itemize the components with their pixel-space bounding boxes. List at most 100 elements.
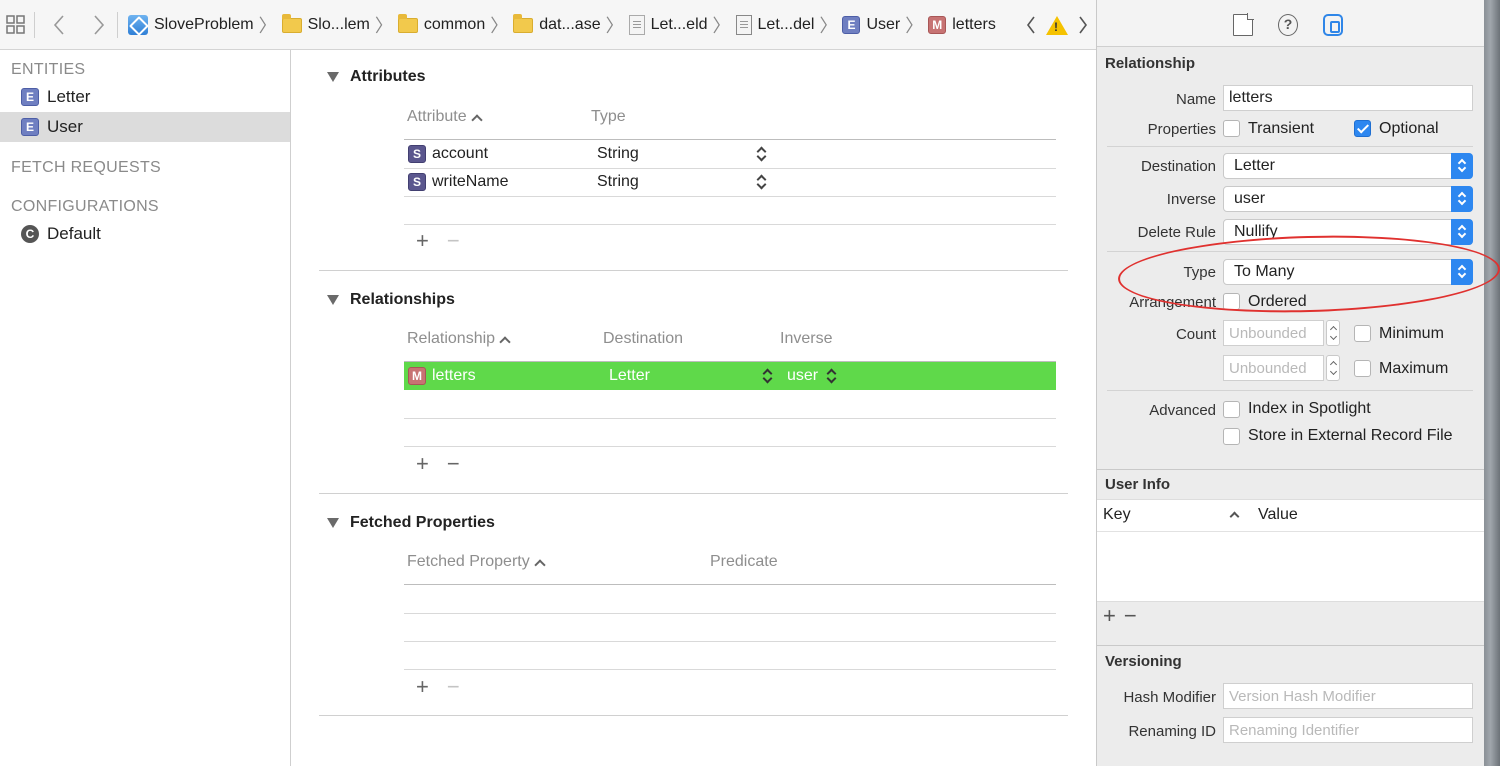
attribute-type[interactable]: String <box>597 173 639 191</box>
disclosure-triangle-icon[interactable] <box>327 295 339 305</box>
maximum-count-field[interactable]: Unbounded <box>1223 355 1324 381</box>
disclosure-triangle-icon[interactable] <box>327 518 339 528</box>
pane-divider <box>1097 469 1485 470</box>
up-down-chevron-icon[interactable] <box>826 368 836 384</box>
store-external-record-label: Store in External Record File <box>1248 427 1453 444</box>
ordered-checkbox[interactable] <box>1223 293 1240 310</box>
attribute-name[interactable]: writeName <box>432 173 508 191</box>
relationship-destination[interactable]: Letter <box>609 367 650 385</box>
popup-chevron-icon <box>1451 186 1473 212</box>
up-down-chevron-icon[interactable] <box>756 146 766 162</box>
attribute-column-header[interactable]: Attribute <box>407 108 483 126</box>
hash-modifier-field[interactable]: Version Hash Modifier <box>1223 683 1473 709</box>
minimum-count-stepper[interactable] <box>1326 320 1340 346</box>
attribute-type[interactable]: String <box>597 145 639 163</box>
fetched-property-column-header[interactable]: Fetched Property <box>407 553 546 571</box>
versioning-header: Versioning <box>1105 653 1182 670</box>
attributes-section-title: Attributes <box>350 68 426 85</box>
inspector-divider <box>1107 251 1473 252</box>
chevron-right-icon: 〉 <box>490 16 509 36</box>
chevron-right-icon[interactable] <box>1078 15 1088 35</box>
back-arrow-icon[interactable] <box>48 12 70 38</box>
breadcrumb-relationship[interactable]: M letters <box>928 16 996 34</box>
related-items-grid-icon[interactable] <box>6 15 26 35</box>
maximum-count-stepper[interactable] <box>1326 355 1340 381</box>
minimum-checkbox[interactable] <box>1354 325 1371 342</box>
relationship-name[interactable]: letters <box>432 367 476 385</box>
breadcrumb-datamodel[interactable]: Let...del <box>735 15 815 35</box>
chevron-left-icon[interactable] <box>1026 15 1036 35</box>
relationship-name-field[interactable]: letters <box>1223 85 1473 111</box>
delete-rule-popup[interactable]: Nullify <box>1223 219 1473 245</box>
remove-relationship-button[interactable]: − <box>447 451 460 477</box>
disclosure-triangle-icon[interactable] <box>327 72 339 82</box>
relationship-type-popup[interactable]: To Many <box>1223 259 1473 285</box>
warning-icon[interactable]: ! <box>1046 15 1068 35</box>
add-relationship-button[interactable]: + <box>416 451 429 477</box>
breadcrumb-project[interactable]: SloveProblem <box>128 15 254 35</box>
breadcrumb-entity[interactable]: E User <box>842 16 900 34</box>
breadcrumb-folder[interactable]: Slo...lem <box>281 13 370 34</box>
breadcrumb-label: Let...del <box>757 16 815 33</box>
add-user-info-button[interactable]: + <box>1103 603 1116 629</box>
sidebar-item-user[interactable]: E User <box>0 112 290 142</box>
breadcrumb-folder[interactable]: dat...ase <box>513 13 601 34</box>
breadcrumb-folder[interactable]: common <box>397 13 485 34</box>
store-external-record-checkbox[interactable] <box>1223 428 1240 445</box>
attribute-name[interactable]: account <box>432 145 488 163</box>
entity-sidebar: ENTITIES E Letter E User FETCH REQUESTS … <box>0 50 291 766</box>
data-model-inspector-icon[interactable] <box>1323 14 1343 36</box>
minimum-count-field[interactable]: Unbounded <box>1223 320 1324 346</box>
destination-column-header[interactable]: Destination <box>603 330 683 348</box>
remove-attribute-button[interactable]: − <box>447 228 460 254</box>
remove-user-info-button[interactable]: − <box>1124 603 1137 629</box>
relationship-icon: M <box>928 16 947 34</box>
add-fetched-property-button[interactable]: + <box>416 674 429 700</box>
optional-checkbox[interactable] <box>1354 120 1371 137</box>
relationship-column-header[interactable]: Relationship <box>407 330 511 348</box>
add-attribute-button[interactable]: + <box>416 228 429 254</box>
table-row[interactable]: S writeName String <box>404 168 1056 196</box>
transient-checkbox[interactable] <box>1223 120 1240 137</box>
chevron-right-icon: 〉 <box>605 16 624 36</box>
renaming-id-field[interactable]: Renaming Identifier <box>1223 717 1473 743</box>
project-icon <box>128 15 148 35</box>
breadcrumb-document[interactable]: Let...eld <box>628 15 708 35</box>
breadcrumb-label: User <box>866 16 901 33</box>
table-row-selected[interactable]: M letters Letter user <box>404 362 1056 390</box>
hash-modifier-label: Hash Modifier <box>1123 689 1216 706</box>
user-info-table[interactable]: Key Value <box>1097 499 1485 602</box>
datamodel-icon <box>735 15 752 35</box>
up-down-chevron-icon[interactable] <box>756 174 766 190</box>
table-divider <box>404 669 1056 670</box>
destination-popup[interactable]: Letter <box>1223 153 1473 179</box>
remove-fetched-property-button[interactable]: − <box>447 674 460 700</box>
value-column-header[interactable]: Value <box>1258 506 1298 524</box>
chevron-right-icon: 〉 <box>905 16 924 36</box>
file-inspector-icon[interactable] <box>1233 13 1254 36</box>
column-header-label: Attribute <box>407 108 467 125</box>
sidebar-item-letter[interactable]: E Letter <box>0 82 290 112</box>
up-down-chevron-icon[interactable] <box>762 368 772 384</box>
delete-rule-label: Delete Rule <box>1137 224 1216 241</box>
key-column-header[interactable]: Key <box>1103 506 1131 524</box>
inverse-column-header[interactable]: Inverse <box>780 330 832 348</box>
forward-arrow-icon[interactable] <box>88 12 110 38</box>
table-row[interactable]: S account String <box>404 140 1056 168</box>
destination-label: Destination <box>1140 158 1216 175</box>
index-in-spotlight-checkbox[interactable] <box>1223 401 1240 418</box>
fetched-properties-section-title: Fetched Properties <box>350 514 495 531</box>
maximum-checkbox[interactable] <box>1354 360 1371 377</box>
table-divider <box>404 613 1056 614</box>
inverse-popup[interactable]: user <box>1223 186 1473 212</box>
type-label: Type <box>1183 264 1216 281</box>
relationship-inverse[interactable]: user <box>787 367 818 385</box>
fetch-requests-header: FETCH REQUESTS <box>11 159 161 176</box>
quick-help-icon[interactable]: ? <box>1278 14 1298 36</box>
type-column-header[interactable]: Type <box>591 108 626 126</box>
sidebar-item-default[interactable]: C Default <box>0 219 290 249</box>
folder-icon <box>513 13 534 33</box>
table-divider <box>1097 531 1485 532</box>
predicate-column-header[interactable]: Predicate <box>710 553 778 571</box>
sort-ascending-icon <box>499 336 511 348</box>
